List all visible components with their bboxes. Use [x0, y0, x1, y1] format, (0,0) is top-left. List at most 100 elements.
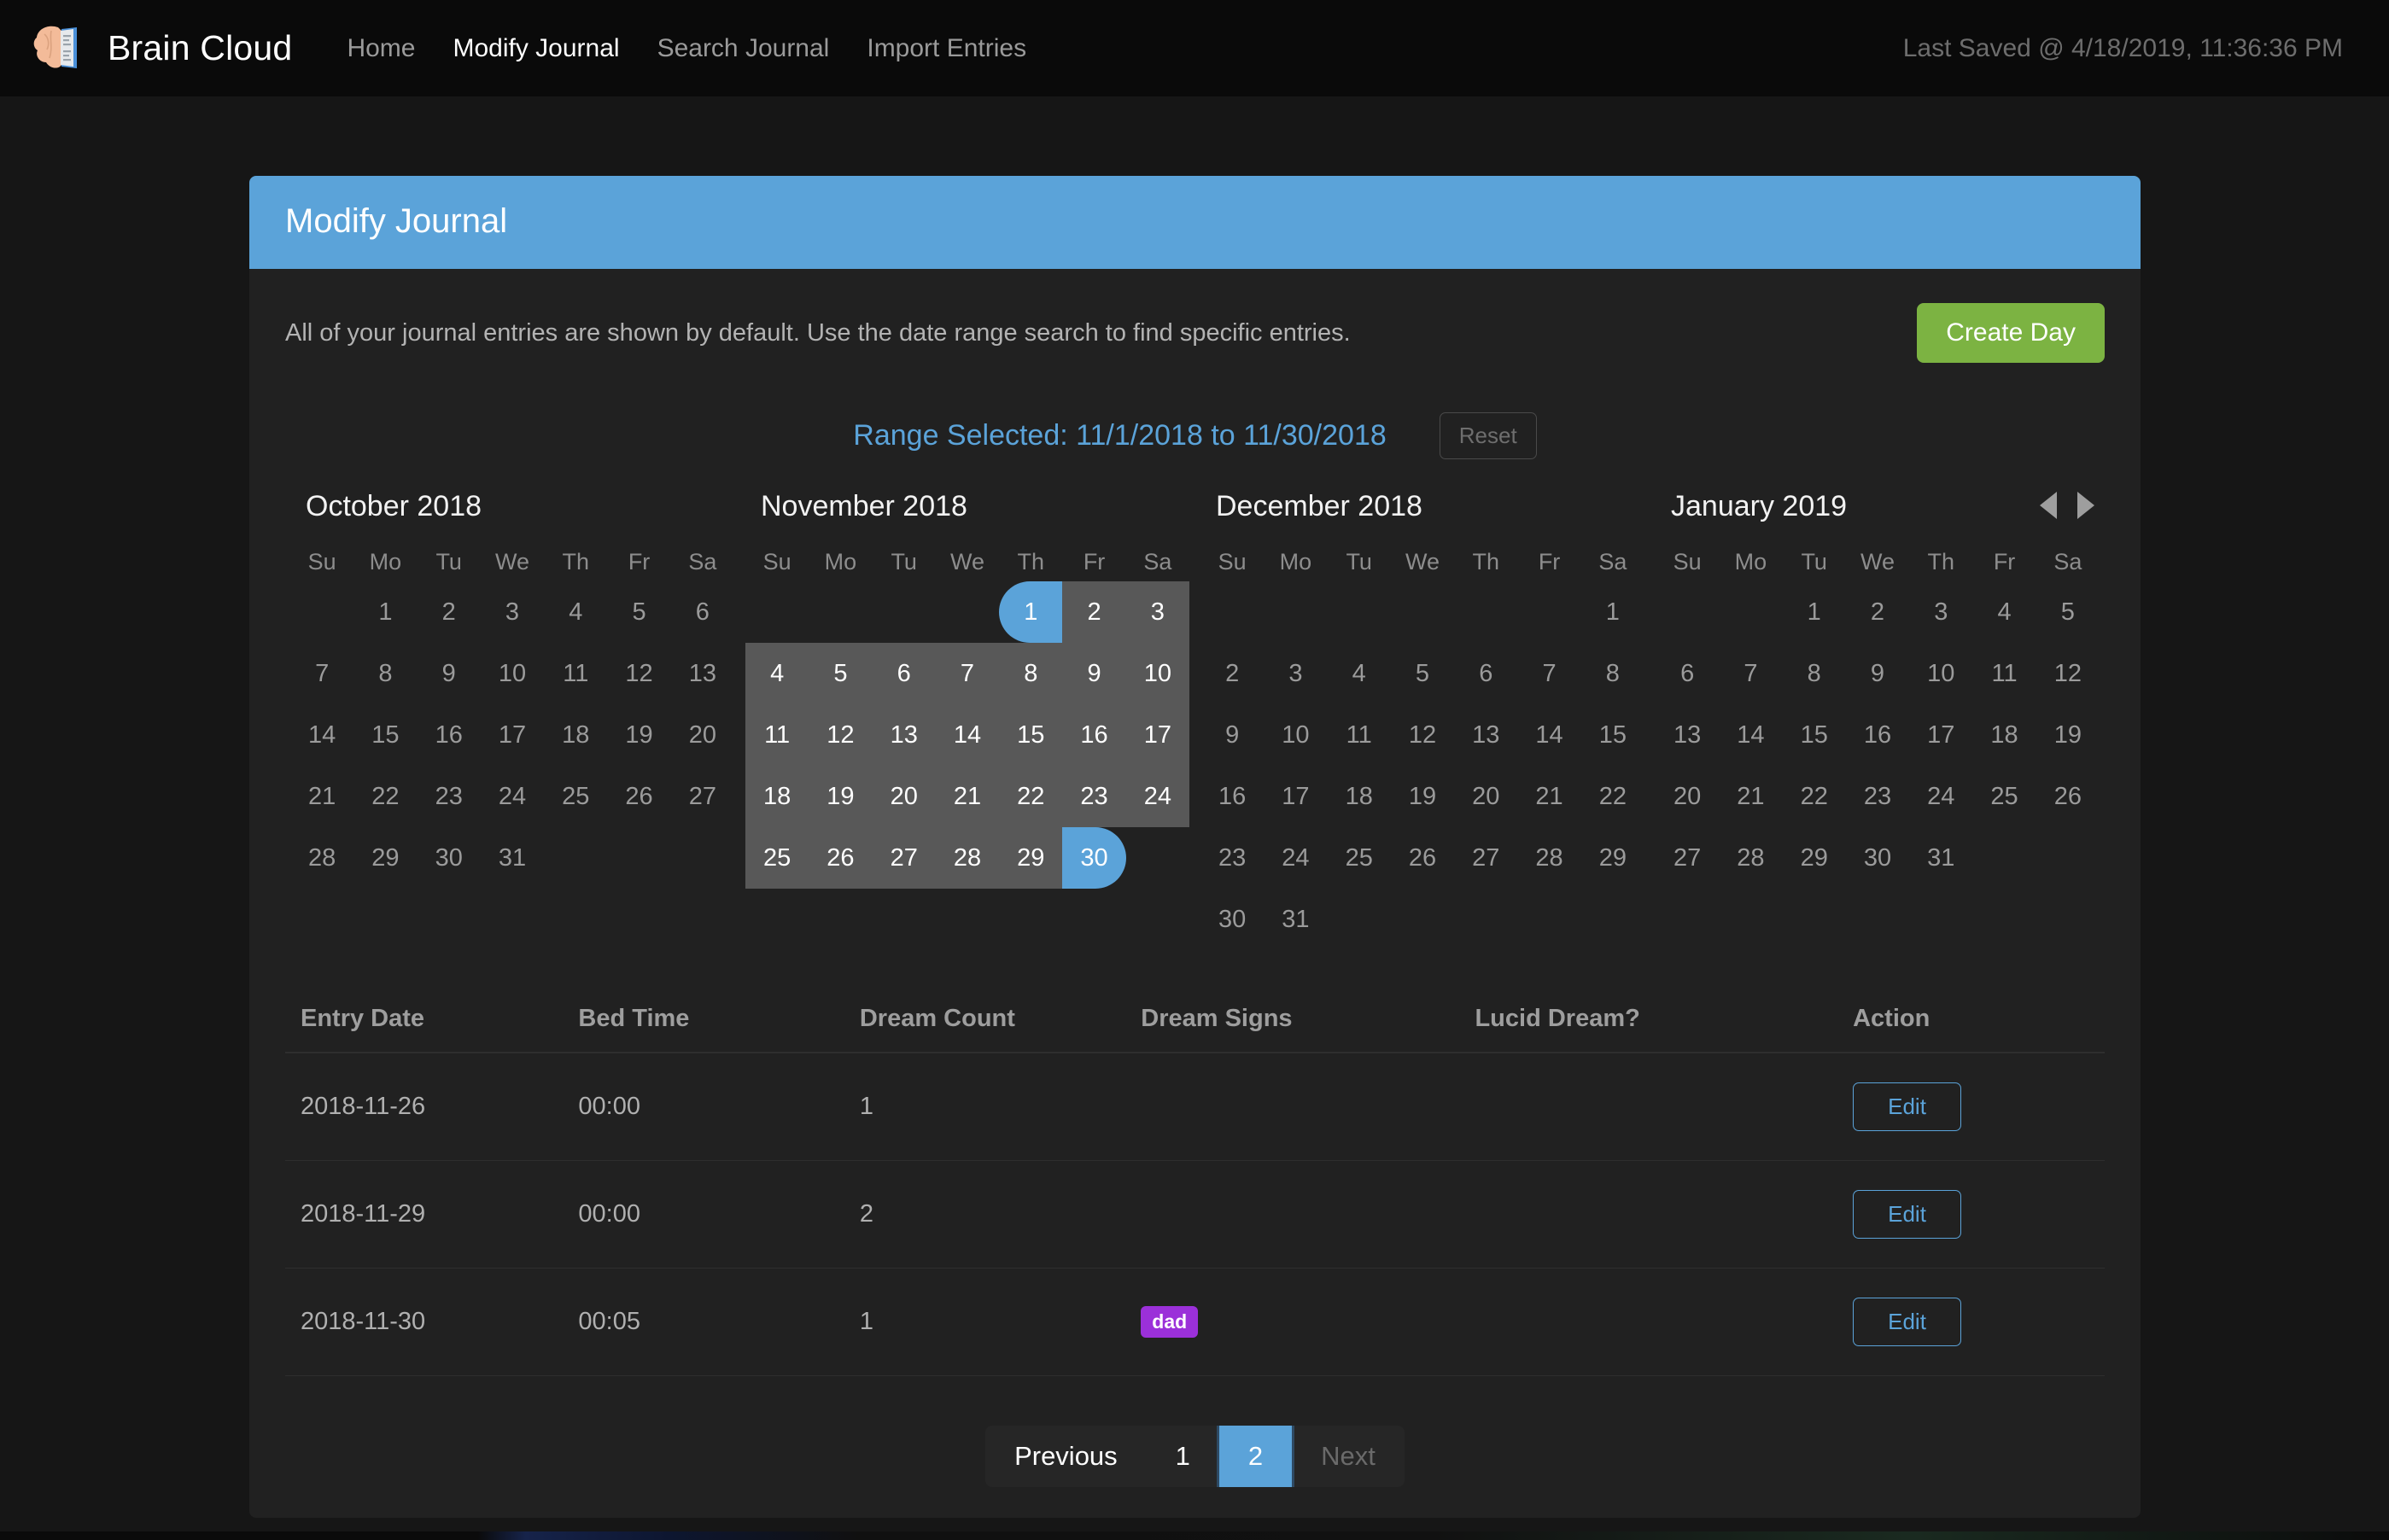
calendar-day[interactable]: 28	[290, 827, 353, 889]
chevron-left-icon[interactable]	[2040, 492, 2057, 519]
nav-link-import-entries[interactable]: Import Entries	[848, 34, 1045, 63]
calendar-day[interactable]: 26	[607, 766, 670, 827]
calendar-day[interactable]: 29	[353, 827, 417, 889]
calendar-day[interactable]: 17	[1264, 766, 1327, 827]
calendar-day[interactable]: 21	[936, 766, 999, 827]
calendar-day[interactable]: 19	[1391, 766, 1454, 827]
calendar-day[interactable]: 5	[2036, 581, 2100, 643]
calendar-day[interactable]: 22	[999, 766, 1062, 827]
calendar-day[interactable]: 9	[1200, 704, 1264, 766]
create-day-button[interactable]: Create Day	[1917, 303, 2105, 363]
calendar-day[interactable]: 18	[1972, 704, 2036, 766]
calendar-day[interactable]: 28	[936, 827, 999, 889]
calendar-day[interactable]: 16	[418, 704, 481, 766]
calendar-day[interactable]: 5	[1391, 643, 1454, 704]
calendar-day[interactable]: 26	[2036, 766, 2100, 827]
calendar-day[interactable]: 12	[2036, 643, 2100, 704]
calendar-day[interactable]: 13	[1454, 704, 1517, 766]
calendar-day[interactable]: 24	[481, 766, 544, 827]
calendar-day[interactable]: 31	[481, 827, 544, 889]
calendar-day[interactable]: 26	[809, 827, 872, 889]
calendar-day[interactable]: 7	[936, 643, 999, 704]
calendar-day[interactable]: 6	[873, 643, 936, 704]
calendar-day[interactable]: 25	[745, 827, 809, 889]
calendar-day[interactable]: 5	[607, 581, 670, 643]
calendar-day[interactable]: 27	[1656, 827, 1719, 889]
calendar-day[interactable]: 1	[353, 581, 417, 643]
calendar-day[interactable]: 10	[1126, 643, 1189, 704]
brand[interactable]: Brain Cloud	[32, 22, 292, 75]
calendar-day[interactable]: 14	[936, 704, 999, 766]
calendar-day[interactable]: 22	[353, 766, 417, 827]
calendar-day[interactable]: 16	[1846, 704, 1909, 766]
calendar-day[interactable]: 13	[671, 643, 734, 704]
edit-button[interactable]: Edit	[1853, 1190, 1961, 1239]
calendar-day[interactable]: 3	[1909, 581, 1972, 643]
calendar-day[interactable]: 20	[873, 766, 936, 827]
calendar-day[interactable]: 21	[1517, 766, 1580, 827]
calendar-day[interactable]: 17	[481, 704, 544, 766]
calendar-day[interactable]: 30	[418, 827, 481, 889]
calendar-day[interactable]: 29	[1783, 827, 1846, 889]
calendar-day[interactable]: 15	[999, 704, 1062, 766]
calendar-day[interactable]: 27	[671, 766, 734, 827]
calendar-day[interactable]: 27	[873, 827, 936, 889]
calendar-day[interactable]: 23	[1062, 766, 1125, 827]
calendar-day[interactable]: 18	[544, 704, 607, 766]
calendar-day[interactable]: 14	[290, 704, 353, 766]
calendar-day[interactable]: 9	[418, 643, 481, 704]
calendar-day[interactable]: 28	[1719, 827, 1782, 889]
calendar-day[interactable]: 17	[1126, 704, 1189, 766]
calendar-day[interactable]: 7	[290, 643, 353, 704]
calendar-day[interactable]: 4	[1972, 581, 2036, 643]
edit-button[interactable]: Edit	[1853, 1298, 1961, 1346]
calendar-day[interactable]: 23	[418, 766, 481, 827]
edit-button[interactable]: Edit	[1853, 1082, 1961, 1131]
calendar-day[interactable]: 30	[1200, 889, 1264, 950]
calendar-day[interactable]: 6	[1656, 643, 1719, 704]
calendar-day[interactable]: 9	[1062, 643, 1125, 704]
chevron-right-icon[interactable]	[2077, 492, 2094, 519]
calendar-day[interactable]: 3	[1264, 643, 1327, 704]
calendar-day[interactable]: 28	[1517, 827, 1580, 889]
calendar-day[interactable]: 21	[1719, 766, 1782, 827]
calendar-day[interactable]: 20	[1454, 766, 1517, 827]
calendar-day[interactable]: 26	[1391, 827, 1454, 889]
calendar-day[interactable]: 8	[1581, 643, 1644, 704]
calendar-day[interactable]: 17	[1909, 704, 1972, 766]
calendar-day[interactable]: 19	[607, 704, 670, 766]
pagination-page-2[interactable]: 2	[1219, 1426, 1292, 1487]
nav-link-modify-journal[interactable]: Modify Journal	[434, 34, 638, 63]
calendar-day[interactable]: 11	[544, 643, 607, 704]
calendar-day[interactable]: 7	[1517, 643, 1580, 704]
calendar-day[interactable]: 3	[1126, 581, 1189, 643]
calendar-day[interactable]: 14	[1719, 704, 1782, 766]
calendar-day[interactable]: 23	[1846, 766, 1909, 827]
calendar-day[interactable]: 25	[544, 766, 607, 827]
calendar-day[interactable]: 29	[999, 827, 1062, 889]
calendar-day[interactable]: 24	[1264, 827, 1327, 889]
calendar-day[interactable]: 4	[1328, 643, 1391, 704]
nav-link-home[interactable]: Home	[328, 34, 434, 63]
calendar-day[interactable]: 31	[1264, 889, 1327, 950]
calendar-day[interactable]: 31	[1909, 827, 1972, 889]
calendar-day[interactable]: 2	[1200, 643, 1264, 704]
calendar-day[interactable]: 12	[1391, 704, 1454, 766]
pagination-page-1[interactable]: 1	[1147, 1426, 1219, 1487]
pagination-next[interactable]: Next	[1292, 1426, 1405, 1487]
calendar-day[interactable]: 21	[290, 766, 353, 827]
calendar-day[interactable]: 1	[1581, 581, 1644, 643]
calendar-day[interactable]: 7	[1719, 643, 1782, 704]
calendar-day[interactable]: 6	[671, 581, 734, 643]
calendar-day[interactable]: 30	[1846, 827, 1909, 889]
calendar-day[interactable]: 30	[1062, 827, 1125, 889]
calendar-day[interactable]: 15	[353, 704, 417, 766]
calendar-day[interactable]: 1	[1783, 581, 1846, 643]
calendar-day[interactable]: 10	[1909, 643, 1972, 704]
calendar-day[interactable]: 16	[1200, 766, 1264, 827]
calendar-day[interactable]: 12	[809, 704, 872, 766]
calendar-day[interactable]: 23	[1200, 827, 1264, 889]
calendar-day[interactable]: 24	[1126, 766, 1189, 827]
calendar-day[interactable]: 13	[1656, 704, 1719, 766]
calendar-day[interactable]: 11	[745, 704, 809, 766]
